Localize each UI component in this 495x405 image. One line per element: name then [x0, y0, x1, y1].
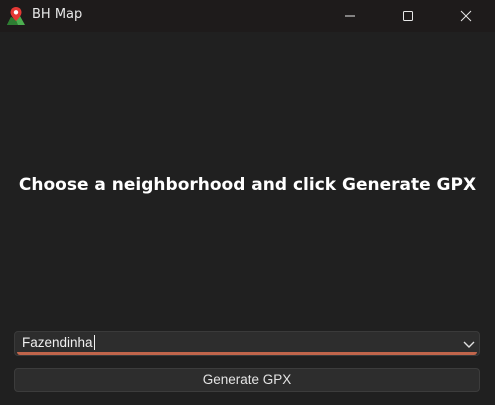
chevron-down-icon[interactable]	[462, 337, 476, 351]
maximize-button[interactable]	[385, 0, 431, 32]
close-button[interactable]	[443, 0, 489, 32]
close-icon	[460, 10, 472, 22]
text-caret	[93, 335, 95, 350]
neighborhood-select[interactable]: Fazendinha	[14, 331, 480, 356]
instruction-heading: Choose a neighborhood and click Generate…	[18, 175, 477, 195]
maximize-icon	[403, 11, 413, 21]
focus-underline	[17, 352, 477, 355]
map-pin-icon	[7, 7, 25, 25]
window-title: BH Map	[32, 7, 83, 22]
neighborhood-select-value[interactable]: Fazendinha	[22, 335, 95, 350]
minimize-icon	[345, 15, 355, 17]
minimize-button[interactable]	[327, 0, 373, 32]
title-bar[interactable]: BH Map	[0, 0, 495, 32]
app-window: BH Map Choose a neighborhood and click G…	[0, 0, 495, 405]
neighborhood-select-text: Fazendinha	[22, 335, 93, 350]
generate-gpx-button[interactable]: Generate GPX	[14, 368, 480, 392]
